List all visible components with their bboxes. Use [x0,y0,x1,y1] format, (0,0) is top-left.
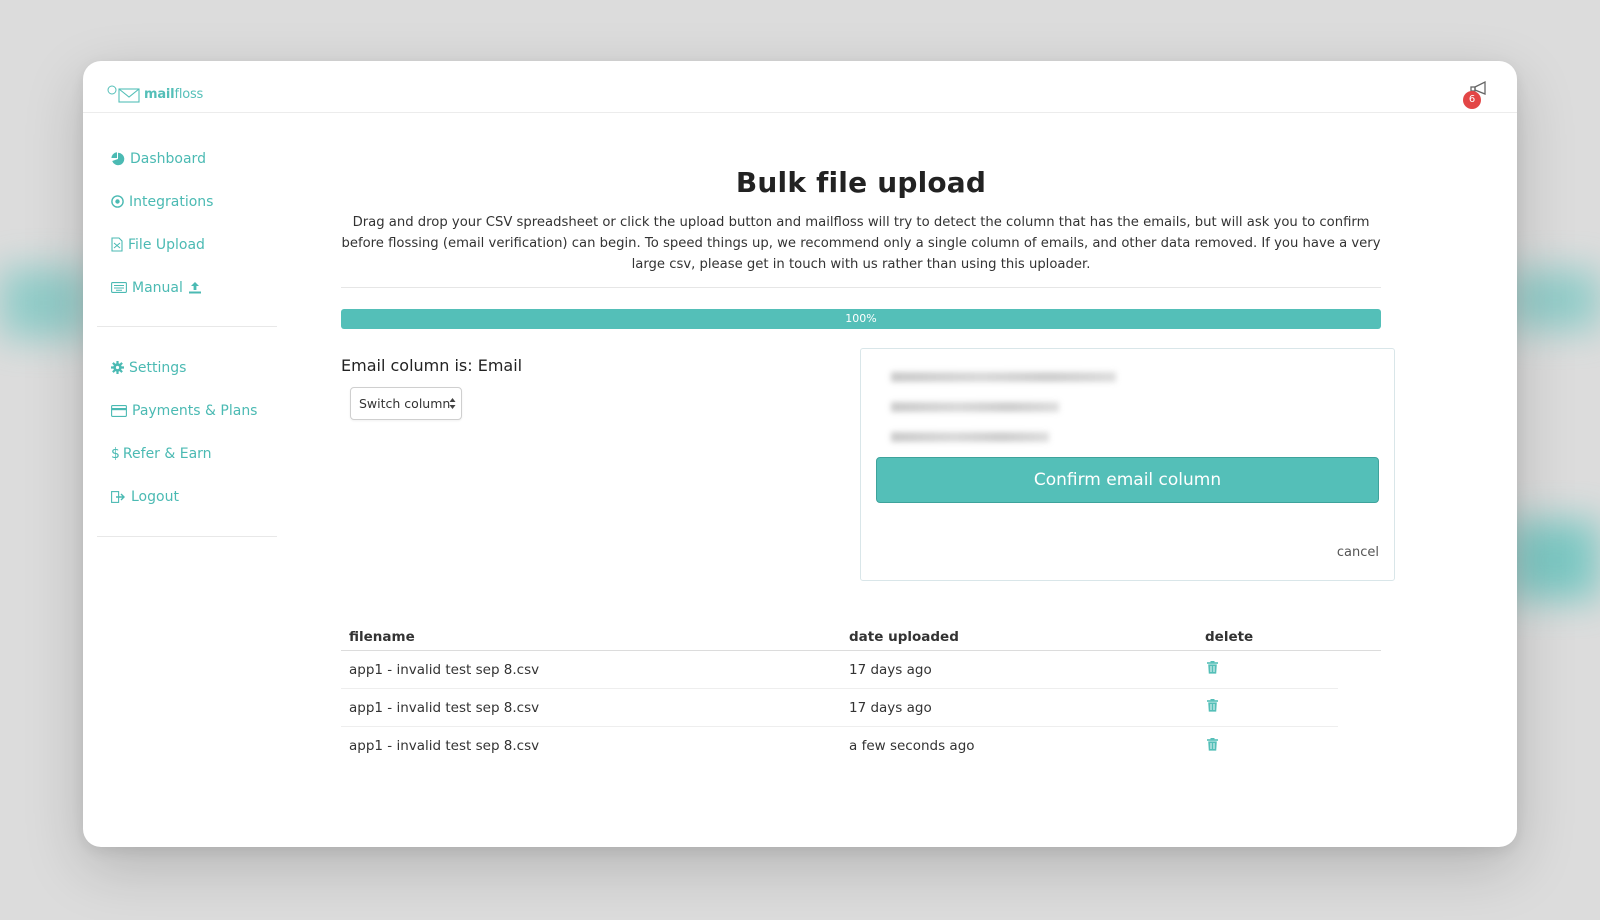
sidebar-item-file-upload[interactable]: File Upload [97,223,277,266]
sidebar-item-label: Settings [129,359,187,376]
sidebar-item-payments-plans[interactable]: Payments & Plans [97,389,277,432]
table-row: app1 - invalid test sep 8.csv 17 days ag… [341,689,1338,727]
table-row: app1 - invalid test sep 8.csv a few seco… [341,727,1338,765]
notification-badge: 6 [1463,91,1481,109]
backdrop-blur [0,268,90,338]
date-cell: a few seconds ago [849,738,975,754]
filename-cell: app1 - invalid test sep 8.csv [349,661,540,678]
trash-icon[interactable] [1207,737,1218,755]
sidebar-item-label: Logout [131,488,179,505]
upload-instructions: Drag and drop your CSV spreadsheet or cl… [341,215,1381,272]
backdrop-blur [1510,520,1600,600]
logo-text: mailfloss [144,86,204,102]
sidebar-item-label: Dashboard [130,150,206,167]
backdrop-blur [1510,270,1600,330]
uploads-table: filename date uploaded delete app1 - inv… [341,623,1381,765]
sidebar-item-dashboard[interactable]: Dashboard [97,137,277,180]
trash-icon[interactable] [1207,661,1218,678]
filename-cell: app1 - invalid test sep 8.csv [349,699,540,716]
sidebar-item-settings[interactable]: Settings [97,346,277,389]
page-title: Bulk file upload [735,166,987,199]
confirm-email-column-button[interactable]: Confirm email column [876,457,1379,503]
sidebar: Dashboard Integrations File Upload Manua… [97,137,277,556]
app-window: mailfloss 6 Dashboard Integrations File … [83,61,1517,847]
sidebar-item-label: Integrations [129,193,214,210]
column-header-delete: delete [1205,629,1254,645]
sidebar-item-label: Manual [132,279,183,296]
table-header: filename date uploaded delete [341,623,1381,651]
logout-icon [111,490,125,503]
sidebar-divider [97,326,277,327]
select-arrows-icon [449,398,456,409]
gear-icon [111,361,124,374]
credit-card-icon [111,404,127,417]
sidebar-item-manual[interactable]: Manual [97,266,277,309]
pie-chart-icon [111,151,125,165]
sidebar-item-label: Refer & Earn [122,445,212,462]
switch-column-label: Switch column [359,396,451,411]
date-cell: 17 days ago [849,699,932,716]
keyboard-icon [111,282,127,293]
date-cell: 17 days ago [849,661,932,678]
upload-icon [188,282,201,294]
blurred-email-preview [891,372,1116,382]
notifications[interactable]: 6 [1461,79,1489,109]
sidebar-divider [97,536,277,537]
file-icon [111,237,123,252]
sidebar-item-logout[interactable]: Logout [97,475,277,518]
divider [341,287,1381,288]
blurred-email-preview [891,432,1049,442]
envelope-logo-icon [107,85,140,103]
logo[interactable]: mailfloss [107,85,203,103]
table-row: app1 - invalid test sep 8.csv 17 days ag… [341,651,1338,689]
column-header-date: date uploaded [849,629,959,645]
dollar-icon: $ [111,445,120,462]
target-icon [111,195,124,208]
upload-progress-bar: 100% [341,309,1381,329]
progress-fill: 100% [341,309,1381,329]
column-header-filename: filename [349,629,415,645]
sidebar-item-label: File Upload [128,236,205,253]
switch-column-select[interactable]: Switch column [350,387,462,420]
blurred-email-preview [891,402,1059,412]
trash-icon[interactable] [1207,699,1218,716]
cancel-link[interactable]: cancel [1337,545,1379,560]
sidebar-item-integrations[interactable]: Integrations [97,180,277,223]
email-column-info: Email column is: Email [341,356,523,375]
sidebar-item-refer-earn[interactable]: $ Refer & Earn [97,432,277,475]
top-bar: mailfloss 6 [83,61,1517,113]
email-preview-panel: Confirm email column cancel [860,348,1395,581]
filename-cell: app1 - invalid test sep 8.csv [349,738,540,754]
sidebar-item-label: Payments & Plans [132,402,258,419]
